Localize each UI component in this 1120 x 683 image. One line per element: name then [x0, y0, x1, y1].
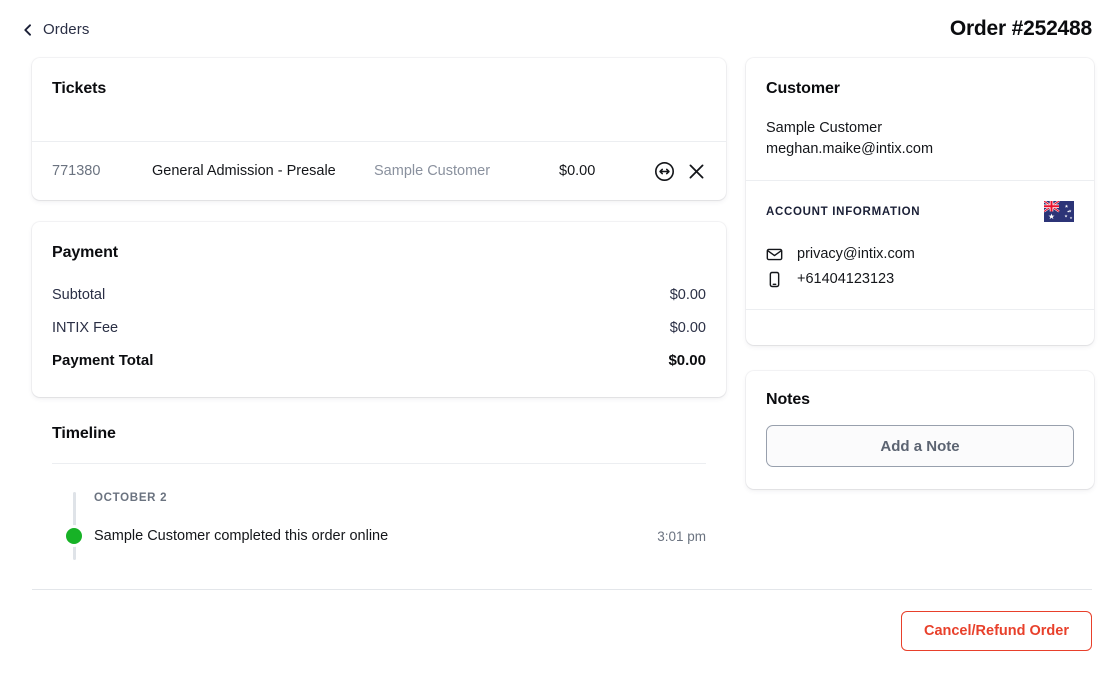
account-information-label: ACCOUNT INFORMATION [766, 205, 921, 218]
payment-row-label: INTIX Fee [52, 319, 119, 336]
list-item: Sample Customer completed this order onl… [52, 528, 706, 544]
timeline-body: OCTOBER 2 Sample Customer completed this… [52, 464, 706, 560]
exchange-icon[interactable] [654, 161, 675, 182]
tickets-title: Tickets [52, 80, 107, 97]
payment-card: Payment Subtotal $0.00 INTIX Fee $0.00 P… [32, 222, 726, 397]
payment-row-value: $0.00 [669, 319, 706, 336]
customer-card-footer [746, 309, 1094, 345]
payment-row-total: Payment Total $0.00 [52, 344, 706, 377]
footer-divider [32, 589, 1092, 590]
timeline-header: Timeline [52, 425, 706, 464]
payment-total-value: $0.00 [668, 352, 706, 369]
customer-phone-row[interactable]: +61404123123 [766, 267, 1074, 291]
remove-icon[interactable] [687, 162, 706, 181]
payment-row-fee: INTIX Fee $0.00 [52, 311, 706, 344]
ticket-actions [654, 161, 706, 182]
timeline-status-dot [66, 528, 82, 544]
customer-email: meghan.maike@intix.com [766, 141, 934, 157]
timeline-title: Timeline [52, 425, 116, 442]
add-note-button[interactable]: Add a Note [766, 425, 1074, 467]
account-information-header: ACCOUNT INFORMATION [766, 201, 1074, 222]
payment-row-subtotal: Subtotal $0.00 [52, 278, 706, 311]
footer-actions: Cancel/Refund Order [900, 611, 1092, 651]
chevron-left-icon [22, 23, 34, 36]
sidebar-column: Customer Sample Customer meghan.maike@in… [746, 58, 1094, 489]
ticket-customer: Sample Customer [374, 163, 491, 179]
customer-card: Customer Sample Customer meghan.maike@in… [746, 58, 1094, 345]
back-link-label: Orders [43, 20, 90, 38]
australia-flag-icon [1044, 201, 1074, 222]
page-header: Orders Order #252488 [0, 0, 1120, 58]
timeline-date-label: OCTOBER 2 [94, 492, 168, 504]
notes-title: Notes [766, 391, 810, 408]
payment-row-value: $0.00 [669, 286, 706, 303]
timeline-event-time: 3:01 pm [657, 528, 706, 544]
timeline-event-text: Sample Customer completed this order onl… [94, 528, 389, 544]
payment-title: Payment [52, 244, 118, 261]
customer-card-header: Customer Sample Customer meghan.maike@in… [746, 58, 1094, 180]
payment-total-label: Payment Total [52, 352, 154, 369]
ticket-price: $0.00 [559, 163, 596, 179]
back-to-orders-link[interactable]: Orders [22, 21, 89, 38]
customer-account-email: privacy@intix.com [797, 246, 915, 262]
notes-card: Notes Add a Note [746, 371, 1094, 489]
table-row[interactable]: 771380 General Admission - Presale Sampl… [32, 142, 726, 200]
customer-title: Customer [766, 80, 840, 97]
payment-row-label: Subtotal [52, 286, 106, 303]
main-column: Tickets 771380 General Admission - Presa… [32, 58, 726, 560]
tickets-card-header: Tickets [32, 58, 726, 142]
timeline-rail [73, 492, 76, 560]
cancel-refund-order-button[interactable]: Cancel/Refund Order [900, 611, 1092, 651]
page-title: Order #252488 [949, 17, 1092, 40]
ticket-name: General Admission - Presale [152, 163, 336, 179]
customer-account-phone: +61404123123 [797, 271, 895, 287]
customer-email-row[interactable]: privacy@intix.com [766, 242, 1074, 266]
mobile-phone-icon [766, 271, 783, 288]
account-information-section: ACCOUNT INFORMATION privacy@intix.com +6… [746, 180, 1094, 309]
order-detail-page: Orders Order #252488 Tickets 771380 Gene… [0, 0, 1120, 683]
customer-name: Sample Customer [766, 120, 883, 136]
timeline-section: Timeline OCTOBER 2 Sample Customer compl… [32, 425, 726, 560]
envelope-icon [766, 246, 783, 263]
ticket-id: 771380 [52, 163, 101, 179]
tickets-card: Tickets 771380 General Admission - Presa… [32, 58, 726, 200]
